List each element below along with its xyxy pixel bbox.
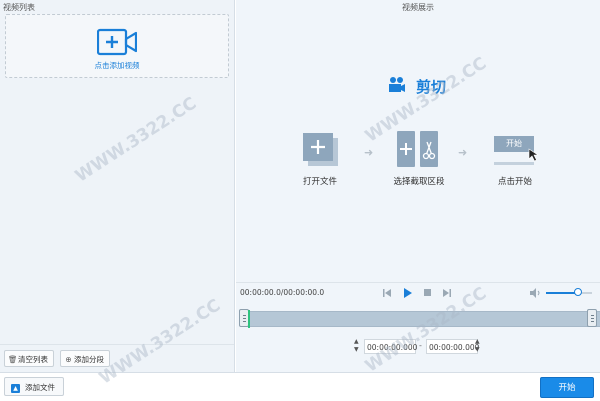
- arrow-right-icon: ➜: [364, 146, 374, 159]
- volume-slider[interactable]: [546, 288, 592, 296]
- next-frame-icon[interactable]: [443, 289, 451, 297]
- add-file-button[interactable]: ▲ 添加文件: [4, 377, 64, 396]
- step-click-start-label: 点击开始: [497, 177, 532, 187]
- plus-circle-icon: ⊕: [65, 355, 72, 364]
- video-display-panel: 视频展示 剪切 打开文件 ➜ 选择截取区段 ➜ 开始 点击开始 00:00:00…: [236, 0, 600, 372]
- arrow-right-icon: ➜: [458, 146, 468, 159]
- film-camera-icon: [389, 77, 405, 92]
- video-list-title: 视频列表: [3, 3, 35, 12]
- previous-frame-icon[interactable]: [383, 289, 391, 297]
- playback-controls: 00:00:00.0/00:00:00.0: [236, 282, 600, 303]
- range-separator: -: [419, 341, 422, 350]
- start-time-down-icon[interactable]: ▼: [354, 347, 359, 353]
- trash-icon: 🗑: [8, 355, 18, 364]
- stop-icon[interactable]: [424, 289, 431, 296]
- playhead[interactable]: [248, 310, 250, 328]
- end-time-down-icon[interactable]: ▼: [475, 347, 480, 353]
- start-time-up-icon[interactable]: ▲: [354, 339, 359, 345]
- add-file-label: 添加文件: [25, 383, 55, 392]
- select-range-icon: [397, 131, 438, 167]
- progress-illustration: [494, 162, 534, 165]
- add-segment-label: 添加分段: [74, 355, 104, 364]
- add-video-label: 点击添加视频: [94, 61, 140, 70]
- time-display: 00:00:00.0/00:00:00.0: [240, 288, 325, 297]
- add-file-icon: ▲: [11, 383, 20, 393]
- step-open-file-label: 打开文件: [302, 177, 337, 187]
- clear-list-button[interactable]: 🗑清空列表: [4, 350, 54, 367]
- preview-area: 剪切 打开文件 ➜ 选择截取区段 ➜ 开始 点击开始: [236, 14, 600, 282]
- bottom-toolbar: ▲ 添加文件 开始: [0, 372, 600, 401]
- list-toolbar: 🗑清空列表 ⊕ 添加分段: [0, 344, 234, 373]
- feature-title: 剪切: [416, 78, 447, 96]
- play-icon[interactable]: [403, 288, 412, 298]
- clear-list-label: 清空列表: [18, 355, 48, 364]
- end-time-up-icon[interactable]: ▲: [475, 339, 480, 345]
- start-button[interactable]: 开始: [540, 377, 594, 398]
- cursor-icon: [528, 148, 539, 162]
- volume-knob[interactable]: [574, 288, 583, 296]
- start-time-input[interactable]: 00:00:00.000: [364, 339, 417, 354]
- open-file-icon: [303, 133, 338, 166]
- video-display-title: 视频展示: [402, 3, 434, 12]
- end-time-input[interactable]: 00:00:00.000: [426, 339, 479, 354]
- volume-icon[interactable]: [530, 288, 541, 298]
- video-list-panel: 视频列表 点击添加视频 🗑清空列表 ⊕ 添加分段: [0, 0, 235, 373]
- range-end-handle[interactable]: [587, 309, 597, 327]
- step-select-range-label: 选择截取区段: [393, 177, 445, 187]
- timeline-track[interactable]: [239, 309, 600, 328]
- add-video-dropzone[interactable]: 点击添加视频: [5, 14, 229, 78]
- add-segment-button[interactable]: ⊕ 添加分段: [60, 350, 110, 367]
- add-video-icon: [97, 28, 137, 56]
